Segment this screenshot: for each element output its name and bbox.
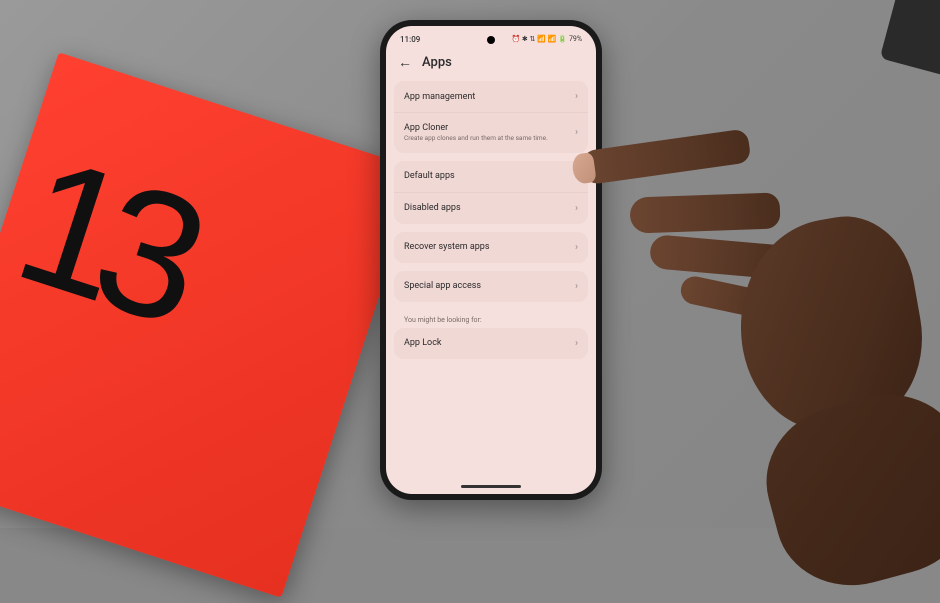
item-app-lock[interactable]: App Lock › — [394, 328, 588, 359]
item-app-cloner[interactable]: App Cloner Create app clones and run the… — [394, 113, 588, 153]
phone-screen: 11:09 ⏰ ✱ ⇅ 📶 📶 🔋 79% ← Apps App managem… — [386, 26, 596, 494]
settings-group: Recover system apps › — [394, 232, 588, 263]
battery-percent: 79% — [569, 35, 582, 43]
phone-frame: 11:09 ⏰ ✱ ⇅ 📶 📶 🔋 79% ← Apps App managem… — [380, 20, 602, 500]
chevron-right-icon: › — [575, 127, 578, 138]
page-title: Apps — [422, 55, 452, 70]
item-subtitle: Create app clones and run them at the sa… — [404, 135, 575, 143]
item-special-app-access[interactable]: Special app access › — [394, 271, 588, 302]
item-label: App Cloner — [404, 123, 575, 133]
home-indicator[interactable] — [461, 485, 521, 488]
chevron-right-icon: › — [575, 91, 578, 102]
battery-icon: 🔋 — [558, 35, 567, 43]
item-label: App Lock — [404, 338, 575, 348]
item-app-management[interactable]: App management › — [394, 81, 588, 113]
chevron-right-icon: › — [575, 203, 578, 214]
suggestion-label: You might be looking for: — [394, 310, 588, 328]
settings-group: App management › App Cloner Create app c… — [394, 81, 588, 153]
chevron-right-icon: › — [575, 281, 578, 292]
status-icons: ⏰ ✱ ⇅ 📶 📶 🔋 79% — [511, 35, 582, 43]
chevron-right-icon: › — [575, 338, 578, 349]
settings-list[interactable]: App management › App Cloner Create app c… — [386, 81, 596, 359]
item-disabled-apps[interactable]: Disabled apps › — [394, 193, 588, 224]
chevron-right-icon: › — [575, 171, 578, 182]
item-label: Special app access — [404, 281, 575, 291]
item-label: App management — [404, 92, 575, 102]
status-time: 11:09 — [400, 35, 420, 44]
item-label: Default apps — [404, 171, 575, 181]
settings-group: Special app access › — [394, 271, 588, 302]
settings-group: Default apps › Disabled apps › — [394, 161, 588, 224]
item-recover-system-apps[interactable]: Recover system apps › — [394, 232, 588, 263]
back-icon[interactable]: ← — [398, 54, 412, 71]
page-header: ← Apps — [386, 48, 596, 81]
item-label: Recover system apps — [404, 242, 575, 252]
status-indicator-icons: ⏰ ✱ ⇅ 📶 📶 — [511, 35, 556, 43]
item-label: Disabled apps — [404, 203, 575, 213]
chevron-right-icon: › — [575, 242, 578, 253]
front-camera — [487, 36, 495, 44]
item-default-apps[interactable]: Default apps › — [394, 161, 588, 193]
suggestion-group: App Lock › — [394, 328, 588, 359]
